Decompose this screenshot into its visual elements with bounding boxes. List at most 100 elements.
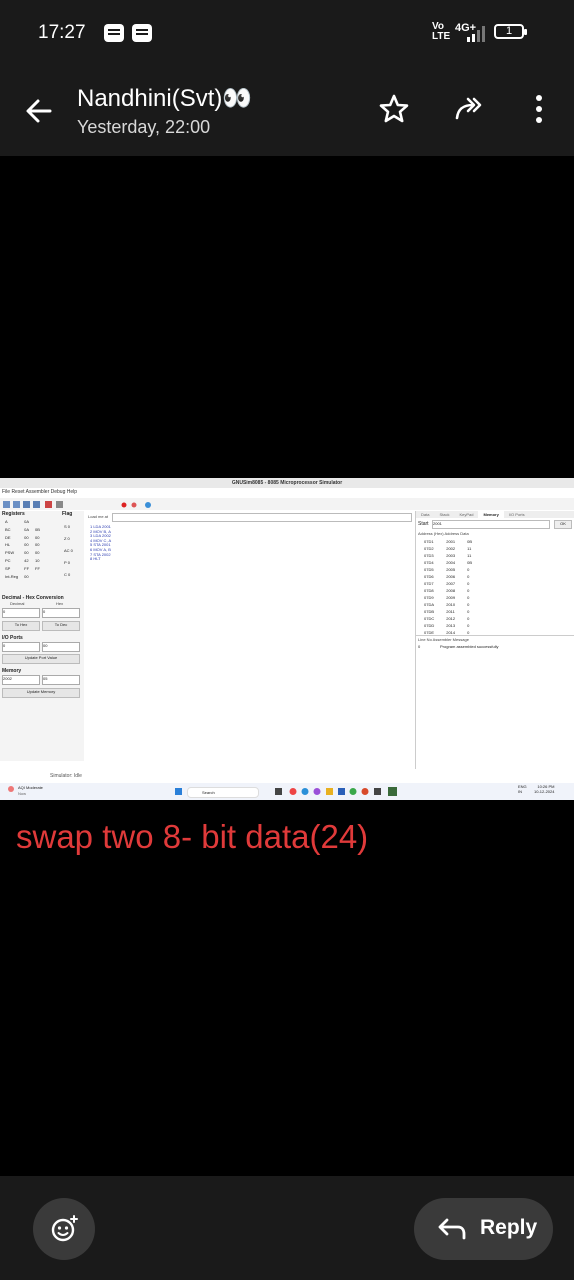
message-headers: Line No Assembler Message [418,637,469,642]
menu-bar: File Reset Assembler Debug Help [2,489,78,495]
more-options-icon[interactable] [522,92,556,126]
memory-address-input[interactable]: 2002 [2,675,40,685]
left-panel: Registers Flag A 0A BC 0A 0B DE 00 00 HL 00 00 PSW 0… [0,511,84,761]
memory-row: 07D9 2009 0 [424,595,470,600]
weather-sub: Now [18,791,27,796]
toolbar [0,498,574,510]
chat-header: Nandhini(Svt)👀 Yesterday, 22:00 [0,66,574,156]
code-line: 8 HLT [90,556,101,562]
volte-indicator: Vo LTE [432,21,451,42]
register-row: SP FF FF [5,565,40,571]
reply-button[interactable]: Reply [414,1198,553,1260]
memory-row: 07D7 2007 0 [424,581,470,586]
memory-row: 07DB 2011 0 [424,609,470,614]
memory-row: 07DA 2010 0 [424,602,470,607]
image-caption: swap two 8- bit data(24) [16,818,369,855]
tab-keypad[interactable]: KeyPad [454,511,478,518]
register-row: PSW 00 00 [5,550,40,556]
code-editor[interactable]: Load me at 1 LDA 2001 2 MOV B, A3 LDA 200… [86,511,414,769]
flag-item: P 0 [64,560,70,565]
emoji-add-icon [51,1215,78,1242]
message-line: 0 [418,644,421,649]
contact-name[interactable]: Nandhini(Svt)👀 [77,84,252,113]
registers-label: Registers [2,511,25,517]
io-ports-label: I/O Ports [2,635,23,641]
taskbar-language: ENG IN [518,784,527,794]
weather-icon [8,786,14,792]
memory-row: 07D3 2003 11 [424,553,472,558]
memory-row: 07D5 2005 0 [424,567,470,572]
memory-row: 07DC 2012 0 [424,616,470,621]
start-label: Start [418,521,429,527]
flag-label: Flag [62,511,73,517]
signal-icon [467,26,485,42]
hex-label: Hex [56,601,64,606]
window-title: GNUSim8085 - 8085 Microprocessor Simulat… [0,478,574,488]
register-row: HL 00 00 [5,542,40,548]
update-port-button[interactable]: Update Port Value [2,654,80,664]
bottom-action-bar: Reply [0,1176,574,1280]
start-icon[interactable] [175,788,182,795]
tab-stack[interactable]: Stack [434,511,454,518]
to-hex-button[interactable]: To Hex [2,621,40,631]
status-bar: 17:27 Vo LTE 4G+ 1 [0,0,574,66]
register-row: DE 00 00 [5,534,40,540]
message-timestamp: Yesterday, 22:00 [77,117,211,137]
taskbar-app-icons[interactable] [275,786,405,797]
weather-text: AQI Moderate [18,785,43,790]
simulator-status: Simulator: Idle [50,773,82,779]
code-lines: 1 LDA 2001 2 MOV B, A3 LDA 2002 4 MOV C, A… [90,524,111,562]
load-label: Load me at [88,514,109,519]
forward-icon[interactable] [453,92,487,126]
memory-row: 07D8 2008 0 [424,588,470,593]
register-row: Int-Reg 00 [5,573,29,579]
right-panel: Data Stack KeyPad Memory I/O Ports Start 200… [415,511,574,769]
notification-icon [132,24,152,42]
io-port-input[interactable]: 0 [2,642,40,652]
start-input[interactable]: 2001 [432,520,550,529]
memory-table: 07D1 2001 0B 07D2 2002 11 07D3 2003 11 07D4 2004 0B… [418,538,478,636]
react-emoji-button[interactable] [33,1198,95,1260]
register-row: PC 42 10 [5,557,40,563]
decimal-label: Decimal [10,601,25,606]
memory-label: Memory [2,668,22,674]
taskbar: AQI Moderate Now Search ENG IN 10:26 PM … [0,783,574,800]
status-time: 17:27 [38,22,86,43]
battery-icon: 1 [494,24,527,39]
update-memory-button[interactable]: Update Memory [2,688,80,698]
ok-button[interactable]: OK [554,520,572,529]
register-row: BC 0A 0B [5,526,40,532]
message-text: Program assembled successfully [440,644,499,649]
tab-data[interactable]: Data [416,511,434,518]
toolbar-icons [3,501,151,508]
shared-image[interactable]: GNUSim8085 - 8085 Microprocessor Simulat… [0,478,574,800]
memory-row: 07D1 2001 0B [424,539,473,544]
tab-ioports[interactable]: I/O Ports [504,511,530,518]
panel-tabs: Data Stack KeyPad Memory I/O Ports [416,511,574,518]
memory-row: 07D4 2004 0B [424,560,473,565]
decimal-input[interactable]: 0 [2,608,40,618]
load-address-input[interactable] [112,513,412,522]
register-row: A 0A [5,519,30,524]
flag-item: AC 0 [64,548,73,553]
star-icon[interactable] [377,92,411,126]
flag-item: S 0 [64,524,71,529]
io-data-input[interactable]: 00 [42,642,80,652]
flags-list: S 0 Z 0 AC 0 P 0 C 0 [64,521,73,581]
back-arrow-icon[interactable] [22,94,56,128]
flag-item: C 0 [64,572,71,577]
flag-item: Z 0 [64,536,70,541]
memory-value-input[interactable]: 05 [42,675,80,685]
taskbar-clock: 10:26 PM 10-12-2024 [534,784,555,794]
taskbar-search[interactable]: Search [187,787,259,798]
memory-row: 07D6 2006 0 [424,574,470,579]
notification-icon [104,24,124,42]
to-dec-button[interactable]: To Dec [42,621,80,631]
memory-columns: Address (Hex) Address Data [418,531,469,536]
memory-row: 07DD 2013 0 [424,623,470,628]
tab-memory[interactable]: Memory [478,511,504,518]
reply-label: Reply [480,1216,538,1239]
hex-input[interactable]: 0 [42,608,80,618]
memory-row: 07D2 2002 11 [424,546,472,551]
registers-table: A 0A BC 0A 0B DE 00 00 HL 00 00 PSW 00 00 PC 42 10 SP FF FF… [2,518,43,580]
